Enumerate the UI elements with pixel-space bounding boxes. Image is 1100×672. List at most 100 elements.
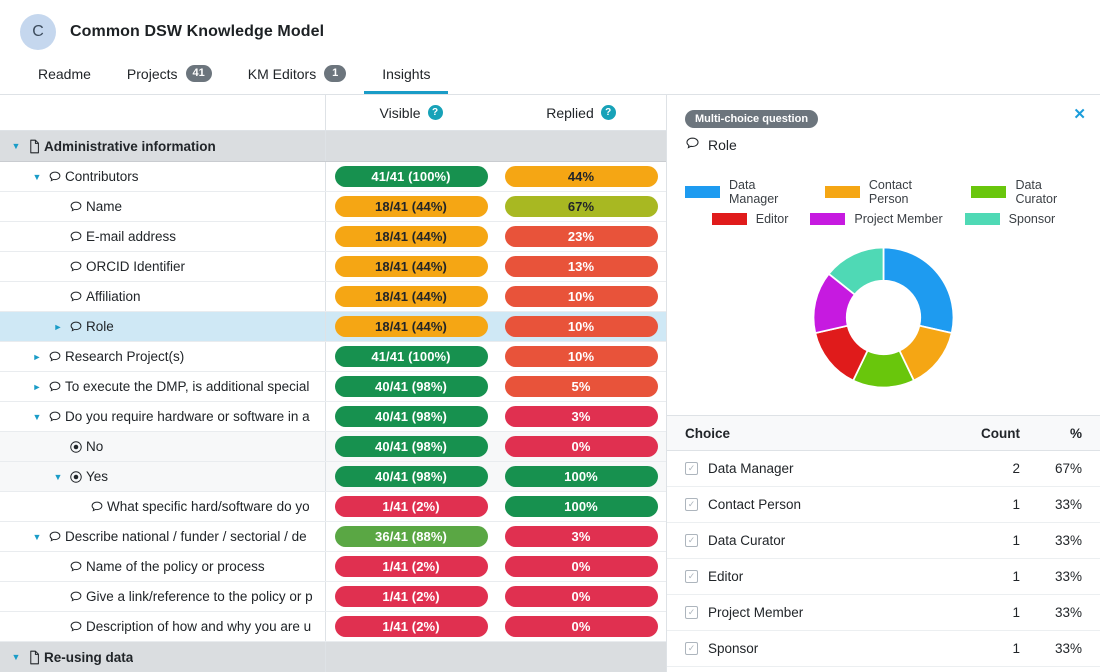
replied-pill: 3% (504, 526, 658, 547)
checkbox-icon[interactable]: ✓ (685, 498, 698, 511)
caret-down-icon[interactable]: ▼ (50, 472, 66, 482)
caret-down-icon[interactable]: ▼ (29, 532, 45, 542)
tab-badge-projects: 41 (185, 65, 212, 82)
speech-icon (87, 500, 107, 514)
legend-item[interactable]: Project Member (810, 212, 943, 226)
table-row[interactable]: No 40/41 (98%) 0% (0, 432, 666, 462)
table-row[interactable]: ► Role 18/41 (44%) 10% (0, 312, 666, 342)
question-detail-panel: Multi-choice question ✕ Role Data Manage… (666, 95, 1100, 672)
checkbox-icon[interactable]: ✓ (685, 462, 698, 475)
visible-cell: 18/41 (44%) (326, 222, 496, 251)
choice-label: Contact Person (708, 497, 802, 512)
visible-pill: 40/41 (98%) (334, 406, 488, 427)
table-row[interactable]: ► To execute the DMP, is additional speci… (0, 372, 666, 402)
visible-cell: 40/41 (98%) (326, 402, 496, 431)
caret-right-icon[interactable]: ► (50, 322, 66, 332)
file-icon (24, 139, 44, 154)
table-row[interactable]: ▼ Yes 40/41 (98%) 100% (0, 462, 666, 492)
legend-swatch (824, 186, 860, 198)
checkbox-icon[interactable]: ✓ (685, 570, 698, 583)
caret-down-icon[interactable]: ▼ (8, 141, 24, 151)
caret-down-icon[interactable]: ▼ (29, 172, 45, 182)
replied-cell: 3% (496, 402, 666, 431)
legend-item[interactable]: Sponsor (964, 212, 1055, 226)
caret-down-icon[interactable]: ▼ (29, 412, 45, 422)
choice-row[interactable]: ✓Data Collector00% (667, 667, 1100, 672)
choice-cell: ✓ Sponsor (685, 641, 950, 656)
choice-label: Editor (708, 569, 744, 584)
legend-item[interactable]: Contact Person (824, 178, 950, 206)
percent-cell: 33% (1054, 533, 1082, 548)
table-row[interactable]: E-mail address 18/41 (44%) 23% (0, 222, 666, 252)
choice-row[interactable]: ✓ Data Curator 1 33% (667, 523, 1100, 559)
replied-pill: 10% (504, 286, 658, 307)
speech-icon (45, 380, 65, 394)
choice-row[interactable]: ✓ Editor 1 33% (667, 559, 1100, 595)
panel-header: Multi-choice question ✕ Role (667, 95, 1100, 154)
choice-row[interactable]: ✓ Contact Person 1 33% (667, 487, 1100, 523)
replied-cell (496, 131, 666, 161)
tab-readme[interactable]: Readme (20, 66, 109, 94)
legend-item[interactable]: Data Manager (685, 178, 803, 206)
table-row[interactable]: ► Research Project(s) 41/41 (100%) 10% (0, 342, 666, 372)
question-title: Role (685, 136, 1082, 154)
help-icon[interactable]: ? (427, 105, 443, 120)
table-section-row[interactable]: ▼ Re-using data (0, 642, 666, 672)
table-header-label-col (0, 95, 326, 130)
table-row[interactable]: Name of the policy or process 1/41 (2%) 0% (0, 552, 666, 582)
table-row[interactable]: Description of how and why you are u 1/41… (0, 612, 666, 642)
row-label-text: Yes (86, 469, 109, 484)
tab-insights[interactable]: Insights (364, 66, 449, 94)
donut-chart-svg (812, 246, 955, 389)
visible-pill: 1/41 (2%) (334, 616, 488, 637)
caret-right-icon[interactable]: ► (29, 382, 45, 392)
visible-cell: 18/41 (44%) (326, 312, 496, 341)
choice-row[interactable]: ✓ Project Member 1 33% (667, 595, 1100, 631)
choice-label: Data Curator (708, 533, 786, 548)
replied-pill: 10% (504, 316, 658, 337)
row-label-text: Affiliation (86, 289, 141, 304)
table-row[interactable]: ▼ Describe national / funder / sectorial … (0, 522, 666, 552)
legend-item[interactable]: Data Curator (971, 178, 1082, 206)
replied-pill: 0% (504, 436, 658, 457)
checkbox-icon[interactable]: ✓ (685, 534, 698, 547)
checkbox-icon[interactable]: ✓ (685, 606, 698, 619)
replied-cell: 3% (496, 522, 666, 551)
donut-segment[interactable] (882, 246, 955, 335)
choice-label: Sponsor (708, 641, 759, 656)
visible-cell (326, 642, 496, 672)
caret-right-icon[interactable]: ► (29, 352, 45, 362)
table-row[interactable]: Name 18/41 (44%) 67% (0, 192, 666, 222)
table-row[interactable]: ORCID Identifier 18/41 (44%) 13% (0, 252, 666, 282)
help-icon[interactable]: ? (600, 105, 616, 120)
speech-icon (66, 620, 86, 634)
row-label-cell: ▼ Do you require hardware or software in … (0, 402, 326, 431)
table-row[interactable]: ▼ Do you require hardware or software in … (0, 402, 666, 432)
percent-cell: 33% (1054, 641, 1082, 656)
table-row[interactable]: Give a link/reference to the policy or p… (0, 582, 666, 612)
table-section-row[interactable]: ▼ Administrative information (0, 131, 666, 162)
legend-item[interactable]: Editor (711, 212, 788, 226)
column-header-replied: Replied ? (496, 95, 666, 130)
choice-row[interactable]: ✓ Data Manager 2 67% (667, 451, 1100, 487)
replied-cell: 0% (496, 552, 666, 581)
close-icon[interactable]: ✕ (1073, 107, 1086, 122)
legend-swatch (810, 213, 846, 225)
table-row[interactable]: ▼ Contributors 41/41 (100%) 44% (0, 162, 666, 192)
table-row[interactable]: What specific hard/software do yo 1/41 (2… (0, 492, 666, 522)
choice-cell: ✓ Project Member (685, 605, 950, 620)
visible-cell: 1/41 (2%) (326, 582, 496, 611)
checkbox-icon[interactable]: ✓ (685, 642, 698, 655)
table-row[interactable]: Affiliation 18/41 (44%) 10% (0, 282, 666, 312)
visible-pill: 40/41 (98%) (334, 466, 488, 487)
column-header-label: Replied (546, 104, 594, 121)
choice-label: Project Member (708, 605, 804, 620)
choice-row[interactable]: ✓ Sponsor 1 33% (667, 631, 1100, 667)
tab-km-editors[interactable]: KM Editors 1 (230, 65, 364, 94)
row-label-text: Do you require hardware or software in a (65, 409, 310, 424)
row-label-text: Give a link/reference to the policy or p (86, 589, 313, 604)
tab-projects[interactable]: Projects 41 (109, 65, 230, 94)
visible-pill: 18/41 (44%) (334, 286, 488, 307)
visible-pill: 18/41 (44%) (334, 316, 488, 337)
caret-down-icon[interactable]: ▼ (8, 652, 24, 662)
